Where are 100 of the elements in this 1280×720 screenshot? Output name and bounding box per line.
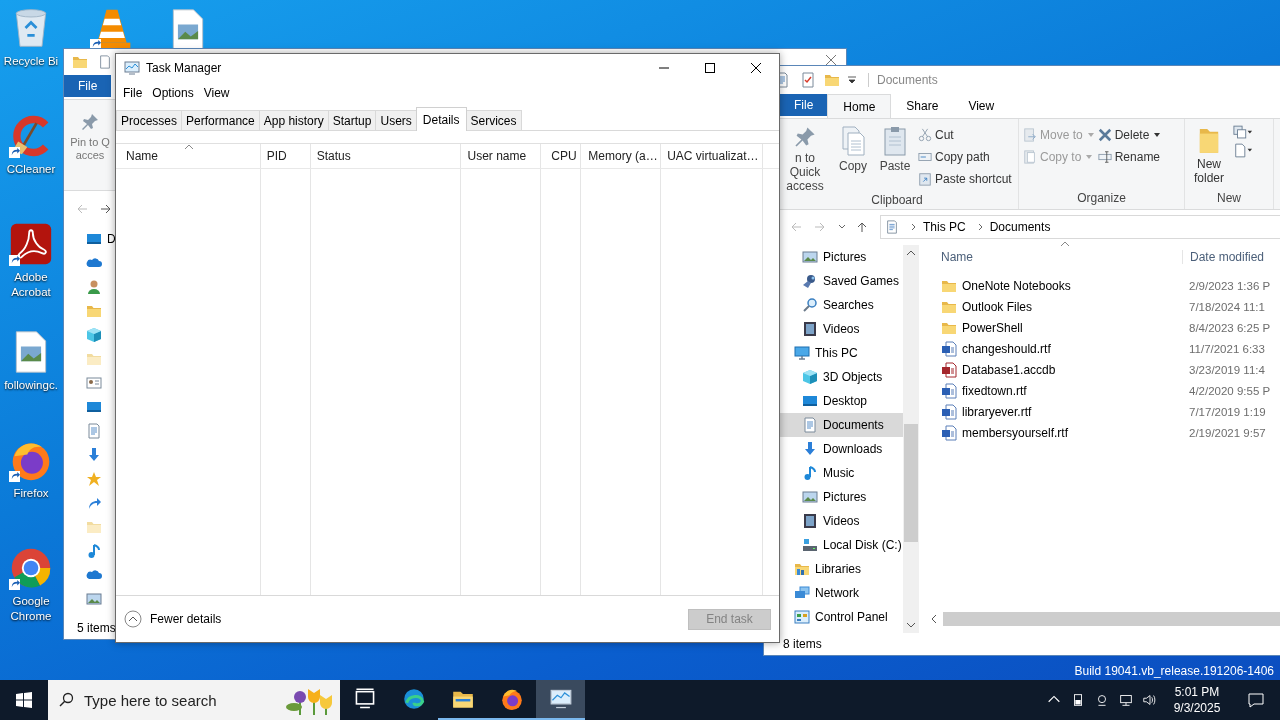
- tab[interactable]: Performance: [181, 110, 260, 130]
- tab[interactable]: Users: [375, 110, 417, 130]
- screen-icon: [86, 399, 102, 415]
- column-header[interactable]: Memory (a…: [581, 144, 662, 168]
- file-name[interactable]: changeshould.rtf: [962, 341, 1051, 356]
- menu-item[interactable]: View: [198, 86, 235, 100]
- file-name[interactable]: PowerShell: [962, 320, 1023, 335]
- nav-item[interactable]: D: [86, 227, 116, 251]
- scroll-thumb[interactable]: [904, 424, 918, 542]
- close-icon: [826, 55, 836, 65]
- build-text: Build 19041.vb_release.191206-1406: [1074, 664, 1274, 678]
- column-header[interactable]: Date modified: [1183, 250, 1265, 264]
- scroll-left-icon: [931, 614, 937, 624]
- network-icon: [794, 585, 810, 601]
- nav-item[interactable]: Libraries: [780, 557, 903, 581]
- chevron-right-icon: [977, 223, 984, 231]
- file-name[interactable]: Database1.accdb: [962, 362, 1056, 377]
- message-icon: [1247, 691, 1265, 709]
- nav-item[interactable]: This PC: [780, 341, 903, 365]
- column-header[interactable]: UAC virtualizat…: [661, 144, 763, 168]
- file-name[interactable]: libraryever.rtf: [962, 404, 1032, 419]
- document-icon: [802, 417, 818, 433]
- folder-icon: [72, 54, 88, 70]
- nav-item[interactable]: Network: [780, 581, 903, 605]
- file-name[interactable]: OneNote Notebooks: [962, 278, 1071, 293]
- column-header[interactable]: Name: [116, 144, 261, 168]
- menu-item[interactable]: Options: [147, 86, 199, 100]
- file-name[interactable]: Outlook Files: [962, 299, 1033, 314]
- nav-item[interactable]: Local Disk (C:): [780, 533, 903, 557]
- ribbon-tab[interactable]: Home: [827, 94, 892, 118]
- desktop-shortcut[interactable]: Adobe Acrobat: [0, 222, 62, 318]
- fewer-details-link[interactable]: Fewer details: [124, 610, 222, 628]
- breadcrumb[interactable]: Documents: [989, 220, 1051, 234]
- file-tab[interactable]: File: [780, 94, 828, 116]
- search-box[interactable]: Type here to search: [48, 680, 340, 720]
- column-header[interactable]: PID: [260, 144, 311, 168]
- taskbar-button[interactable]: [536, 680, 585, 720]
- tab[interactable]: Details: [415, 107, 467, 131]
- status-text: 5 items: [76, 620, 116, 637]
- nav-item[interactable]: 3D Objects: [780, 365, 903, 389]
- nav-item[interactable]: Pictures: [780, 245, 903, 269]
- cut-button[interactable]: Cut: [918, 125, 1012, 144]
- pin-button[interactable]: n to Quick access: [780, 125, 830, 193]
- paste-shortcut-button[interactable]: Paste shortcut: [918, 169, 1012, 188]
- scrollbar[interactable]: [903, 245, 919, 633]
- tab[interactable]: Startup: [327, 110, 377, 130]
- file-name[interactable]: fixedtown.rtf: [962, 383, 1027, 398]
- file-tab[interactable]: File: [64, 75, 112, 97]
- nav-item[interactable]: Downloads: [780, 437, 903, 461]
- date-cell: 7/17/2019 1:19: [1189, 405, 1266, 418]
- collapse-icon: [124, 610, 142, 628]
- column-header[interactable]: User name: [461, 144, 542, 168]
- clock[interactable]: 5:01 PM 9/3/2025: [1162, 684, 1232, 716]
- column-header[interactable]: Name: [931, 250, 1183, 264]
- back-arrow-icon: [76, 203, 88, 215]
- rename-button[interactable]: Rename: [1097, 147, 1161, 166]
- delete-button[interactable]: Delete: [1097, 125, 1161, 144]
- ribbon-tab[interactable]: Share: [891, 94, 954, 117]
- desktop-shortcut[interactable]: Google Chrome: [0, 546, 62, 642]
- breadcrumb[interactable]: This PC: [923, 220, 966, 234]
- tab[interactable]: Services: [465, 110, 522, 130]
- pin-icon: [793, 125, 817, 149]
- drive-icon: [802, 537, 818, 553]
- move-icon: [1023, 127, 1037, 142]
- nav-item[interactable]: Searches: [780, 293, 903, 317]
- paste-button[interactable]: Paste: [876, 125, 914, 193]
- copy-path-button[interactable]: Copy path: [918, 147, 1012, 166]
- nav-item[interactable]: Documents: [780, 413, 903, 437]
- scroll-thumb[interactable]: [943, 612, 1280, 626]
- sort-caret-icon: [1061, 241, 1069, 246]
- address-bar[interactable]: This PC Documents: [880, 215, 1280, 239]
- tab[interactable]: App history: [258, 110, 329, 130]
- nav-item[interactable]: Control Panel: [780, 605, 903, 629]
- nav-item[interactable]: Music: [780, 461, 903, 485]
- desktop-shortcut[interactable]: Firefox: [0, 438, 62, 534]
- nav-item[interactable]: Videos: [780, 509, 903, 533]
- column-header[interactable]: CPU: [541, 144, 582, 168]
- film-icon: [802, 321, 818, 337]
- copy-button[interactable]: Copy: [834, 125, 872, 193]
- desktop-shortcut[interactable]: followingc.: [0, 330, 62, 426]
- nav-item[interactable]: Videos: [780, 317, 903, 341]
- new-folder-button[interactable]: New folder: [1189, 125, 1229, 191]
- file-name[interactable]: membersyourself.rtf: [962, 425, 1069, 440]
- close-icon: [751, 63, 761, 73]
- tab[interactable]: Processes: [116, 110, 183, 130]
- date-cell: 2/19/2021 9:57: [1189, 426, 1266, 439]
- screen-icon: [802, 393, 818, 409]
- column-header[interactable]: Status: [310, 144, 462, 168]
- menu-item[interactable]: File: [118, 86, 148, 100]
- search-field[interactable]: Type here to search: [82, 690, 272, 710]
- scrollbar[interactable]: [929, 611, 1280, 627]
- date-cell: 3/23/2019 11:4: [1189, 363, 1265, 376]
- nav-item[interactable]: Desktop: [780, 389, 903, 413]
- ribbon-tab[interactable]: View: [953, 94, 1010, 117]
- nav-item[interactable]: Saved Games: [780, 269, 903, 293]
- dropdown-icon: [848, 76, 856, 84]
- cube-icon: [86, 327, 102, 343]
- nav-item[interactable]: Pictures: [780, 485, 903, 509]
- music-note-icon: [802, 465, 818, 481]
- pin-button[interactable]: Pin to Q acces: [64, 100, 116, 162]
